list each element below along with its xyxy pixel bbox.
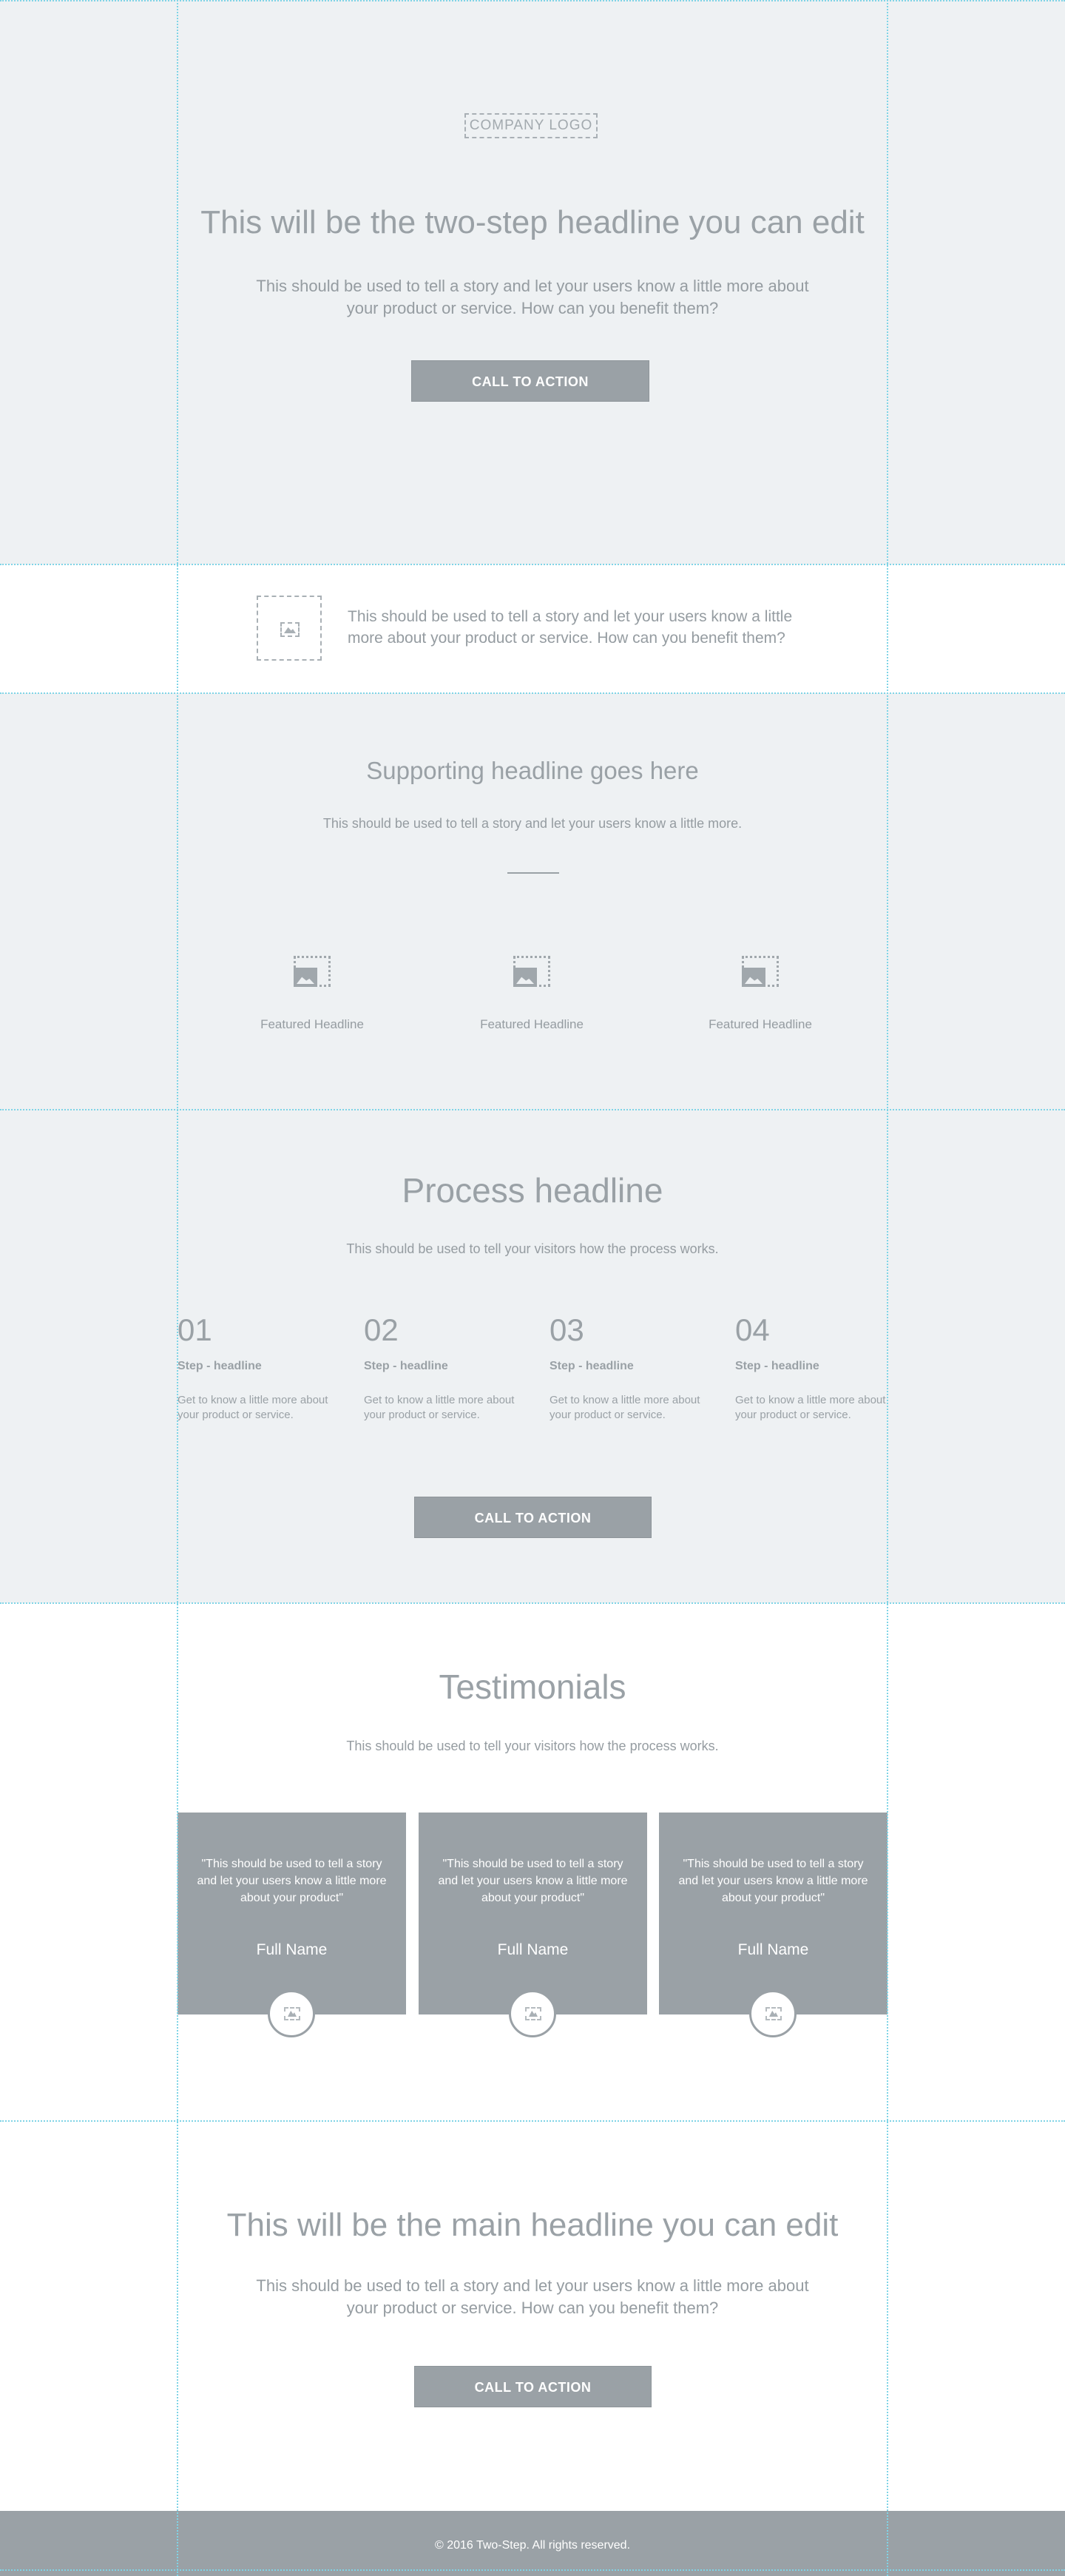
process-cta-button[interactable]: CALL TO ACTION: [414, 1497, 652, 1538]
step-text: Get to know a little more about your pro…: [364, 1394, 515, 1421]
intro-image-placeholder: [257, 596, 322, 661]
intro-section: This should be used to tell a story and …: [0, 564, 1065, 693]
image-icon: [280, 622, 300, 637]
image-icon: [284, 2007, 300, 2020]
divider: [507, 872, 559, 874]
features-body: This should be used to tell a story and …: [322, 816, 743, 831]
step-number: 01: [178, 1312, 212, 1347]
features-section: Supporting headline goes here This shoul…: [0, 693, 1065, 1110]
image-icon: [294, 956, 331, 987]
process-section: Process headline This should be used to …: [0, 1110, 1065, 1603]
step-text: Get to know a little more about your pro…: [550, 1394, 700, 1421]
image-icon: [525, 2007, 541, 2020]
feature-headline: Featured Headline: [480, 1017, 584, 1031]
main-cta-button[interactable]: CALL TO ACTION: [414, 2366, 652, 2407]
step-title: Step - headline: [364, 1360, 448, 1372]
testimonial-name: Full Name: [256, 1941, 328, 1958]
hero-headline: This will be the two-step headline you c…: [200, 204, 865, 240]
intro-text: This should be used to tell a story and …: [348, 608, 793, 647]
company-logo[interactable]: COMPANY LOGO: [464, 113, 598, 138]
hero-cta-button[interactable]: CALL TO ACTION: [411, 360, 649, 402]
copyright-text: © 2016 Two-Step. All rights reserved.: [434, 2539, 631, 2552]
main-body: This should be used to tell a story and …: [256, 2276, 809, 2317]
process-step: 02 Step - headline Get to know a little …: [364, 1312, 519, 1423]
main-cta-section: This will be the main headline you can e…: [0, 2121, 1065, 2511]
testimonial-card: "This should be used to tell a story and…: [419, 1813, 647, 2037]
step-title: Step - headline: [178, 1360, 262, 1372]
process-step: 01 Step - headline Get to know a little …: [178, 1312, 333, 1423]
process-step: 04 Step - headline Get to know a little …: [735, 1312, 890, 1423]
features-headline: Supporting headline goes here: [366, 757, 699, 784]
avatar: [268, 1990, 315, 2037]
testimonials-section: Testimonials This should be used to tell…: [0, 1603, 1065, 2121]
process-step: 03 Step - headline Get to know a little …: [550, 1312, 705, 1423]
step-title: Step - headline: [550, 1360, 634, 1372]
hero-section: COMPANY LOGO This will be the two-step h…: [0, 0, 1065, 564]
testimonial-quote: "This should be used to tell a story and…: [438, 1858, 628, 1904]
step-number: 02: [364, 1312, 399, 1347]
step-text: Get to know a little more about your pro…: [735, 1394, 886, 1421]
hero-body: This should be used to tell a story and …: [256, 277, 809, 317]
image-icon: [765, 2007, 782, 2020]
feature-headline: Featured Headline: [260, 1017, 364, 1031]
testimonial-quote: "This should be used to tell a story and…: [197, 1858, 387, 1904]
feature-headline: Featured Headline: [709, 1017, 812, 1031]
testimonial-name: Full Name: [497, 1941, 569, 1958]
footer: © 2016 Two-Step. All rights reserved.: [0, 2511, 1065, 2576]
image-icon: [742, 956, 779, 987]
step-text: Get to know a little more about your pro…: [178, 1394, 328, 1421]
image-icon: [513, 956, 550, 987]
main-headline: This will be the main headline you can e…: [226, 2207, 839, 2243]
testimonials-body: This should be used to tell your visitor…: [346, 1739, 719, 1753]
testimonial-name: Full Name: [737, 1941, 809, 1958]
step-number: 04: [735, 1312, 770, 1347]
process-body: This should be used to tell your visitor…: [346, 1241, 719, 1256]
step-number: 03: [550, 1312, 584, 1347]
avatar: [509, 1990, 556, 2037]
testimonial-quote: "This should be used to tell a story and…: [678, 1858, 868, 1904]
avatar: [749, 1990, 797, 2037]
step-title: Step - headline: [735, 1360, 819, 1372]
process-headline: Process headline: [402, 1171, 663, 1210]
testimonials-headline: Testimonials: [439, 1668, 626, 1706]
testimonial-card: "This should be used to tell a story and…: [659, 1813, 888, 2037]
testimonial-card: "This should be used to tell a story and…: [178, 1813, 406, 2037]
